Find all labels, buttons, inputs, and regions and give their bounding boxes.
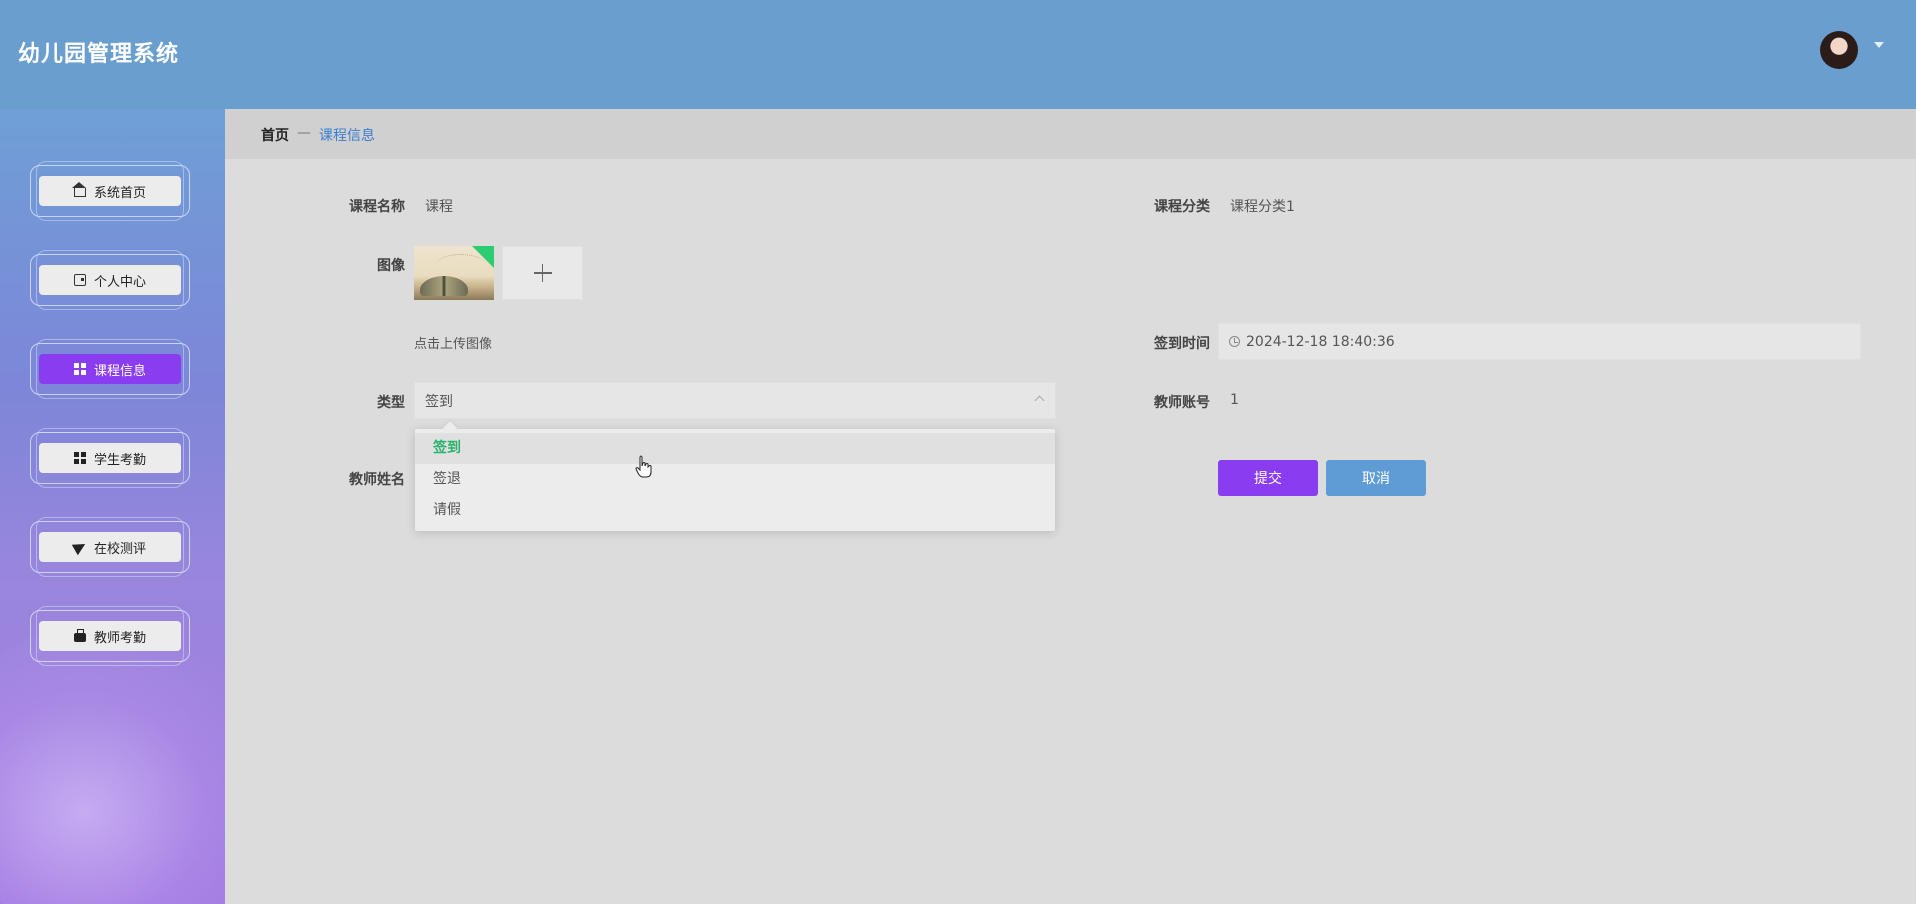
user-avatar[interactable] — [1820, 31, 1858, 69]
sidebar-item-student-attendance-button[interactable]: 学生考勤 — [39, 443, 181, 473]
sidebar-item-label: 系统首页 — [93, 185, 146, 201]
hand-cursor-icon — [635, 455, 652, 478]
sidebar-item-personal-center[interactable]: 个人中心 — [30, 250, 190, 310]
checkin-time-label: 签到时间 — [1154, 336, 1210, 352]
sidebar-item-home[interactable]: 系统首页 — [30, 161, 190, 221]
teacher-name-label: 教师姓名 — [349, 472, 405, 488]
type-option-leave[interactable]: 请假 — [415, 495, 1055, 526]
teacher-account-value: 1 — [1230, 392, 1239, 408]
breadcrumb-bar: 首页 — 课程信息 — [225, 109, 1916, 159]
sidebar-item-teacher-attendance[interactable]: 教师考勤 — [30, 606, 190, 666]
sidebar-item-home-button[interactable]: 系统首页 — [39, 176, 181, 206]
sidebar-item-label: 个人中心 — [93, 274, 146, 290]
breadcrumb-separator: — — [297, 125, 311, 141]
checkin-time-input[interactable]: 2024-12-18 18:40:36 — [1218, 323, 1861, 360]
sidebar-item-course-info-button[interactable]: 课程信息 — [39, 354, 181, 384]
image-upload-button[interactable] — [502, 246, 583, 300]
sidebar-item-student-attendance[interactable]: 学生考勤 — [30, 428, 190, 488]
sidebar: 系统首页 个人中心 课程信息 学生考勤 在校测评 教师考勤 — [0, 109, 225, 904]
top-header: 幼儿园管理系统 — [0, 0, 1916, 109]
upload-success-badge — [472, 246, 494, 268]
caret-down-icon[interactable] — [1874, 42, 1884, 48]
sidebar-item-label: 在校测评 — [93, 541, 146, 557]
type-dropdown-menu: 签到 签退 请假 — [415, 429, 1055, 531]
checkin-time-value: 2024-12-18 18:40:36 — [1246, 333, 1395, 350]
sidebar-item-personal-center-button[interactable]: 个人中心 — [39, 265, 181, 295]
sidebar-item-teacher-attendance-button[interactable]: 教师考勤 — [39, 621, 181, 651]
breadcrumb: 首页 — 课程信息 — [261, 125, 375, 145]
type-label: 类型 — [377, 395, 405, 411]
sidebar-item-label: 课程信息 — [93, 363, 146, 379]
course-name-label: 课程名称 — [349, 199, 405, 215]
teacher-account-label: 教师账号 — [1154, 395, 1210, 411]
type-select-value: 签到 — [425, 393, 453, 410]
type-select[interactable]: 签到 — [414, 382, 1056, 419]
sidebar-item-label: 学生考勤 — [93, 452, 146, 468]
cancel-button[interactable]: 取消 — [1326, 460, 1426, 496]
breadcrumb-home[interactable]: 首页 — [261, 125, 289, 145]
type-option-checkout[interactable]: 签退 — [415, 464, 1055, 495]
image-upload-hint: 点击上传图像 — [414, 337, 493, 352]
course-category-value: 课程分类1 — [1230, 199, 1295, 215]
submit-button[interactable]: 提交 — [1218, 460, 1318, 496]
sidebar-item-school-evaluation-button[interactable]: 在校测评 — [39, 532, 181, 562]
sidebar-item-course-info[interactable]: 课程信息 — [30, 339, 190, 399]
course-name-value: 课程 — [425, 199, 453, 215]
clock-icon — [1229, 336, 1240, 347]
grid-icon — [73, 452, 86, 464]
app-title: 幼儿园管理系统 — [18, 42, 180, 67]
type-option-checkin[interactable]: 签到 — [415, 433, 1055, 464]
sidebar-item-school-evaluation[interactable]: 在校测评 — [30, 517, 190, 577]
breadcrumb-current: 课程信息 — [319, 128, 375, 144]
briefcase-icon — [73, 629, 86, 642]
uploaded-image-thumbnail[interactable] — [414, 246, 494, 300]
plus-icon — [533, 264, 552, 282]
card-icon — [73, 274, 86, 286]
image-label: 图像 — [377, 258, 405, 274]
home-icon — [71, 182, 86, 197]
grid-icon — [73, 363, 86, 375]
send-icon — [71, 538, 89, 556]
sidebar-item-label: 教师考勤 — [93, 630, 146, 646]
chevron-up-icon — [1034, 395, 1045, 406]
course-category-label: 课程分类 — [1154, 199, 1210, 215]
